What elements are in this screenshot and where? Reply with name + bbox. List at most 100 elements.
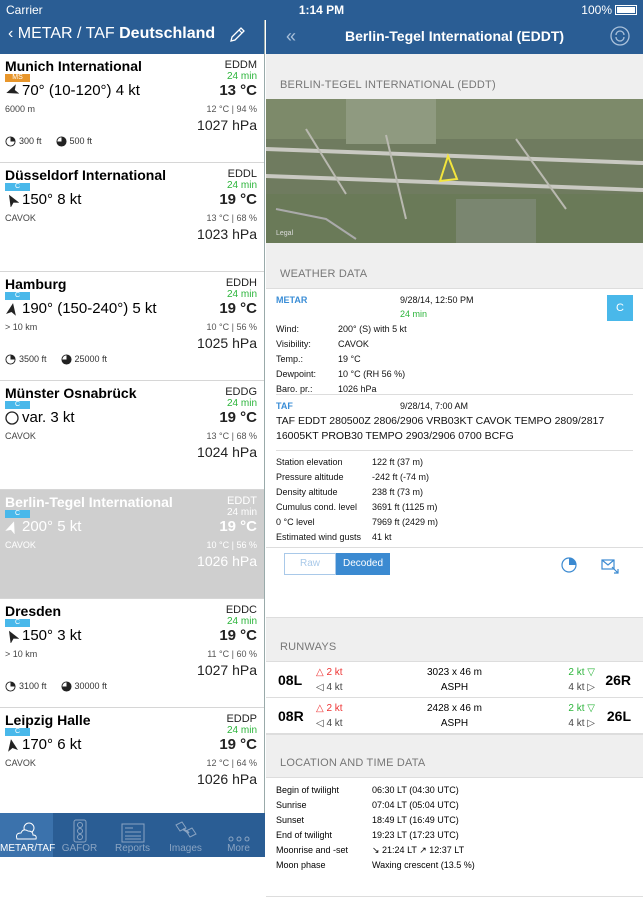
headwind-right: 2 kt ▽ (568, 667, 595, 678)
wind-arrow-icon (5, 521, 15, 535)
station-row[interactable]: Leipzig Halle EDDP C 24 min 170° 6 kt 19 °C CA… (0, 708, 264, 817)
dewpoint-humidity: 12 °C | 94 % (206, 104, 257, 114)
detail-navbar: « Berlin-Tegel International (EDDT) (266, 20, 643, 54)
temperature: 19 °C (219, 191, 257, 208)
flight-category-badge: C (5, 401, 30, 409)
clock: 1:14 PM (298, 3, 345, 17)
pressure: 1023 hPa (197, 226, 257, 242)
taf-label: TAF (276, 401, 293, 411)
metar-field-label: Visibility: (276, 339, 311, 349)
cloud-layer: 30000 ft (60, 681, 107, 692)
wind-text: var. 3 kt (22, 409, 75, 426)
derived-value: 41 kt (372, 532, 392, 542)
wind-info: 190° (150-240°) 5 kt (5, 300, 157, 317)
visibility: CAVOK (5, 758, 36, 768)
station-row[interactable]: Münster Osnabrück EDDG C 24 min var. 3 kt 19 … (0, 381, 264, 490)
dewpoint-humidity: 11 °C | 60 % (207, 649, 257, 659)
station-row[interactable]: Berlin-Tegel International EDDT C 24 min 200… (0, 490, 264, 599)
station-code: EDDP (226, 713, 257, 725)
runway-row[interactable]: 08R 26L △ 2 kt ◁ 4 kt 2428 x 46 m ASPH 2 kt ▽ 4… (266, 698, 643, 734)
wind-arrow-icon (6, 303, 16, 316)
refresh-icon[interactable] (609, 25, 631, 47)
flight-category-badge: C (5, 292, 30, 300)
derived-value: 238 ft (73 m) (372, 487, 424, 497)
scattered-cloud-icon (5, 681, 16, 692)
station-row[interactable]: Hamburg EDDH C 24 min 190° (150-240°) 5 kt 19… (0, 272, 264, 381)
station-row[interactable]: Dresden EDDC C 24 min 150° 3 kt 19 °C > 10 km 1… (0, 599, 264, 708)
time-label: Begin of twilight (276, 785, 340, 795)
tab-label: More (227, 843, 250, 854)
cloud-base: 500 ft (69, 136, 93, 146)
scattered-cloud-icon (5, 354, 16, 365)
temperature: 19 °C (219, 736, 257, 753)
metar-row: Dewpoint: 10 °C (RH 56 %) (276, 367, 636, 382)
temperature: 13 °C (219, 82, 257, 99)
report-age: 24 min (226, 507, 257, 518)
station-name: Münster Osnabrück (5, 385, 137, 401)
cloud-cover-icon[interactable] (560, 556, 578, 574)
dewpoint-humidity: 12 °C | 64 % (206, 758, 257, 768)
cloud-layer: 25000 ft (60, 354, 108, 365)
tab-reports[interactable]: Reports (106, 813, 159, 857)
derived-row: Estimated wind gusts 41 kt (276, 530, 636, 545)
airport-map[interactable]: Legal (266, 99, 643, 243)
cloud-base: 25000 ft (74, 354, 108, 364)
tab-label: METAR/TAF (0, 843, 56, 854)
station-name: Munich International (5, 58, 142, 74)
station-row[interactable]: Düsseldorf International EDDL C 24 min 150° … (0, 163, 264, 272)
station-name: Berlin-Tegel International (5, 494, 173, 510)
cloud-layer: 500 ft (55, 136, 93, 147)
wind-arrow-icon (6, 84, 20, 94)
detail-panel: « Berlin-Tegel International (EDDT) BERL… (266, 20, 643, 897)
battery-icon (615, 5, 637, 15)
station-name: Dresden (5, 603, 62, 619)
wind-info: var. 3 kt (5, 409, 75, 426)
metar-label: METAR (276, 295, 308, 305)
runway-row[interactable]: 08L 26R △ 2 kt ◁ 4 kt 3023 x 46 m ASPH 2 kt ▽ 4… (266, 662, 643, 698)
wind-info: 70° (10-120°) 4 kt (5, 82, 140, 99)
pressure: 1026 hPa (197, 771, 257, 787)
taf-text: TAF EDDT 280500Z 2806/2906 VRB03KT CAVOK… (276, 415, 605, 442)
cloud-layers: 3500 ft 25000 ft (5, 354, 121, 365)
time-row: Sunrise 07:04 LT (05:04 UTC) (276, 798, 636, 813)
cloud-layer: 3500 ft (5, 354, 47, 365)
headwind-right: 2 kt ▽ (568, 703, 595, 714)
station-row[interactable]: Munich International EDDM MS 24 min 70° (10-… (0, 54, 264, 163)
flight-category-badge: C (5, 619, 30, 627)
dewpoint-humidity: 10 °C | 56 % (206, 322, 257, 332)
derived-row: 0 °C level 7969 ft (2429 m) (276, 515, 636, 530)
tab-images[interactable]: Images (159, 813, 212, 857)
time-value: ↘ 21:24 LT ↗ 12:37 LT (372, 845, 465, 855)
tab-metartaf[interactable]: METAR/TAF (0, 813, 56, 857)
temperature: 19 °C (219, 409, 257, 426)
back-button[interactable]: ‹ METAR / TAF Deutschland (8, 25, 215, 43)
wind-text: 70° (10-120°) 4 kt (22, 82, 140, 99)
raw-toggle[interactable]: Raw (284, 553, 337, 575)
map-legal-link[interactable]: Legal (276, 230, 293, 237)
time-label: Sunrise (276, 800, 307, 810)
dewpoint-humidity: 13 °C | 68 % (206, 431, 257, 441)
visibility: > 10 km (5, 322, 38, 332)
time-value: 07:04 LT (05:04 UTC) (372, 800, 459, 810)
metar-date: 9/28/14, 12:50 PM (400, 295, 474, 305)
decoded-toggle[interactable]: Decoded (336, 553, 391, 575)
derived-row: Pressure altitude -242 ft (-74 m) (276, 470, 636, 485)
pencil-icon[interactable] (228, 26, 246, 44)
metar-field-label: Temp.: (276, 354, 304, 364)
runways-section-header: RUNWAYS (280, 641, 337, 653)
cloud-layers: 300 ft 500 ft (5, 136, 106, 147)
flight-category-badge: C (5, 728, 30, 736)
wind-text: 150° 8 kt (22, 191, 82, 208)
time-value: 19:23 LT (17:23 UTC) (372, 830, 459, 840)
pressure: 1027 hPa (197, 662, 257, 678)
wind-arrow-icon (9, 630, 20, 644)
tab-gafor[interactable]: GAFOR (53, 813, 106, 857)
flight-category-badge: C (5, 183, 30, 191)
wind-arrow-icon (8, 739, 18, 752)
tab-more[interactable]: More (212, 813, 265, 857)
share-icon[interactable] (600, 555, 620, 575)
derived-value: 3691 ft (1125 m) (372, 502, 438, 512)
derived-value: 7969 ft (2429 m) (372, 517, 439, 527)
weather-section-header: WEATHER DATA (280, 268, 368, 280)
flight-category-badge: C (5, 510, 30, 518)
